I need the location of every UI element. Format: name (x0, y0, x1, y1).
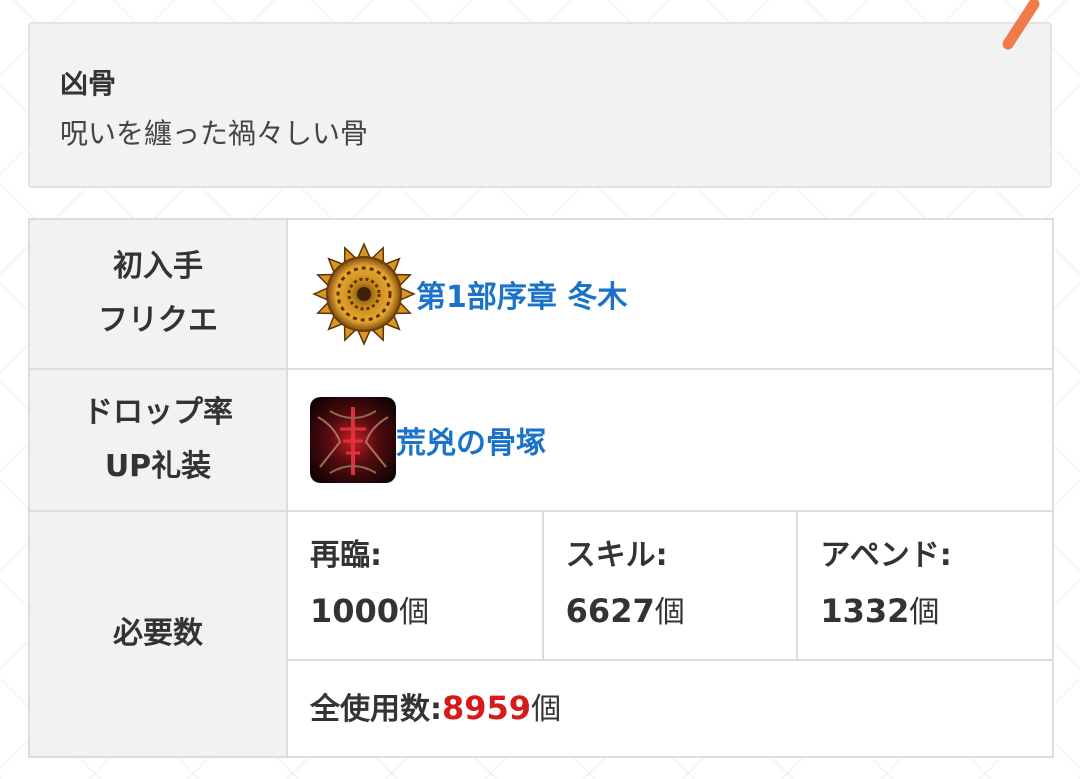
label-drop-up-line2: UP礼装 (104, 449, 212, 484)
skill-label: スキル: (565, 538, 668, 573)
total-value: 8959 (442, 689, 532, 727)
label-required-text: 必要数 (113, 616, 203, 651)
craft-essence-link[interactable]: 荒兇の骨塚 (396, 418, 546, 462)
ascension-value: 1000 (310, 592, 400, 630)
label-first-acquire-line2: フリクエ (98, 303, 218, 338)
skill-value: 6627 (565, 592, 655, 630)
craft-essence-thumbnail[interactable] (310, 397, 396, 483)
label-drop-up-line1: ドロップ率 (83, 395, 233, 430)
row-required: 必要数 再臨: 1000個 スキル: 6627個 アペンド: 1332個 全使用… (28, 510, 1054, 758)
total-unit: 個 (531, 692, 562, 727)
label-first-acquire: 初入手 フリクエ (28, 218, 288, 370)
append-unit: 個 (909, 595, 940, 630)
row-drop-up: ドロップ率 UP礼装 荒兇の骨塚 (28, 368, 1054, 512)
item-description: 呪いを纏った禍々しい骨 (60, 117, 369, 150)
append-count: アペンド: 1332個 (797, 512, 1052, 661)
total-label: 全使用数: (310, 692, 442, 727)
append-label: アペンド: (820, 538, 952, 573)
row-first-acquire: 初入手 フリクエ 第1部序章 冬木 (28, 218, 1054, 370)
required-breakdown: 再臨: 1000個 スキル: 6627個 アペンド: 1332個 全使用数:89… (288, 512, 1052, 756)
ascension-label: 再臨: (310, 538, 382, 573)
ascension-count: 再臨: 1000個 (288, 512, 544, 661)
quest-link[interactable]: 第1部序章 冬木 (416, 272, 627, 316)
label-required: 必要数 (28, 510, 288, 758)
item-name: 凶骨 (60, 67, 117, 100)
append-value: 1332 (820, 592, 910, 630)
item-info-table: 初入手 フリクエ 第1部序章 冬木 ドロップ率 UP礼装 荒兇の骨塚 必要数 再… (28, 218, 1054, 758)
item-description-box: 凶骨 呪いを纏った禍々しい骨 (28, 22, 1052, 188)
skill-unit: 個 (654, 595, 685, 630)
skill-count: スキル: 6627個 (542, 512, 799, 661)
label-first-acquire-line1: 初入手 (113, 249, 203, 284)
total-count: 全使用数:8959個 (288, 660, 1052, 756)
edit-mark-icon[interactable] (996, 0, 1046, 52)
label-drop-up: ドロップ率 UP礼装 (28, 368, 288, 512)
bone-spiral-icon[interactable] (312, 242, 416, 346)
value-first-acquire: 第1部序章 冬木 (286, 218, 1054, 370)
value-drop-up: 荒兇の骨塚 (286, 368, 1054, 512)
value-required: 再臨: 1000個 スキル: 6627個 アペンド: 1332個 全使用数:89… (286, 510, 1054, 758)
ascension-unit: 個 (399, 595, 430, 630)
